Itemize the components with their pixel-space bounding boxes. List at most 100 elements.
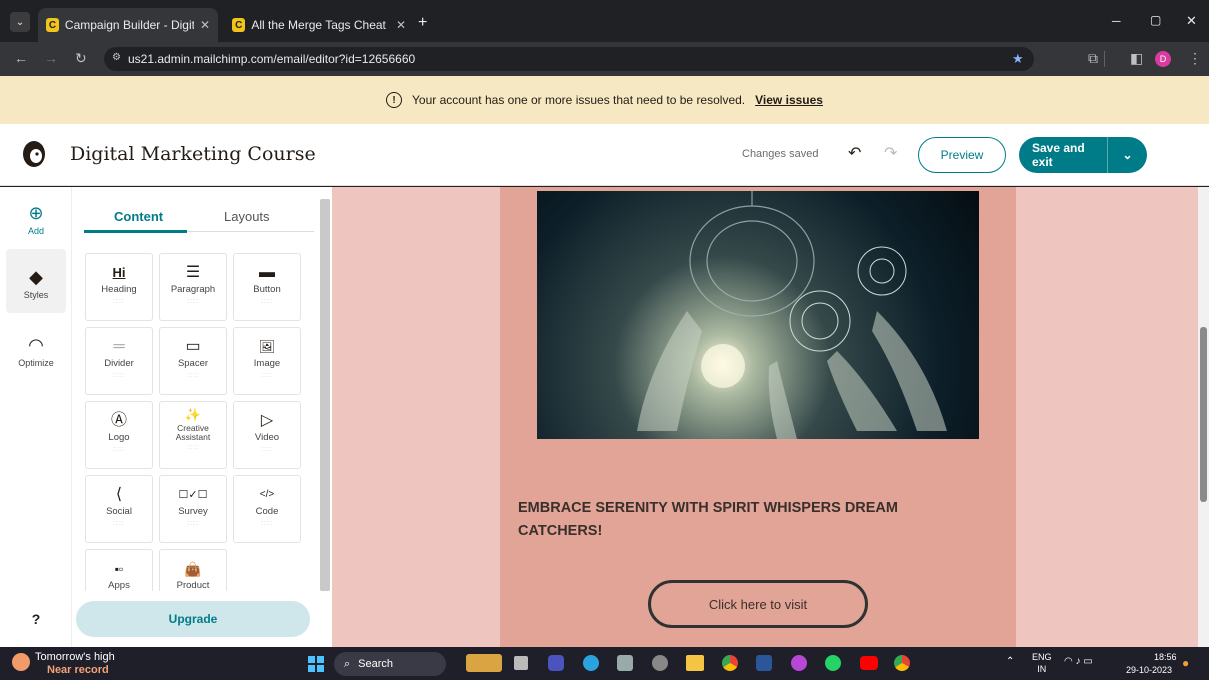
canvas-scrollbar-thumb[interactable] [1200, 327, 1207, 502]
heading-icon: Hi [112, 265, 126, 280]
browser-toolbar: ← → ↻ ⚙ us21.admin.mailchimp.com/email/e… [0, 42, 1209, 76]
wifi-volume-battery-icon[interactable]: ◠ ♪ ▭ [1064, 656, 1093, 667]
rail-add[interactable]: ⊕ Add [0, 203, 72, 236]
new-tab-plus-icon[interactable]: + [418, 14, 427, 32]
campaign-title[interactable]: Digital Marketing Course [70, 143, 316, 165]
survey-checkbox-icon: ☐✓☐ [178, 489, 208, 501]
minimize-icon[interactable]: ─ [1112, 14, 1121, 28]
address-bar[interactable]: ⚙ us21.admin.mailchimp.com/email/editor?… [104, 47, 1034, 71]
extensions-icon[interactable]: ⧉ [1088, 50, 1098, 67]
tab-campaign-builder[interactable]: C Campaign Builder - Digital Ma ✕ [38, 8, 218, 42]
bookmark-star-icon[interactable]: ★ [1012, 51, 1024, 67]
drag-handle-icon[interactable]: :::: [86, 298, 152, 305]
block-creative-assistant[interactable]: ✨ Creative Assistant:::: [159, 401, 227, 469]
drag-handle-icon[interactable]: :::: [160, 444, 226, 451]
block-logo[interactable]: Ⓐ Logo:::: [85, 401, 153, 469]
block-video[interactable]: ▷ Video:::: [233, 401, 301, 469]
widget-icon[interactable] [466, 654, 502, 672]
weather-icon[interactable] [12, 653, 30, 671]
close-window-icon[interactable]: ✕ [1186, 13, 1197, 29]
help-button[interactable]: ? [0, 611, 72, 627]
restore-icon[interactable]: ▢ [1150, 13, 1161, 27]
drag-handle-icon[interactable]: :::: [234, 520, 300, 527]
drag-handle-icon[interactable]: :::: [234, 298, 300, 305]
drag-handle-icon[interactable]: :::: [160, 372, 226, 379]
taskbar-search[interactable]: ⌕ Search [334, 652, 446, 676]
settings-gear-icon[interactable] [652, 655, 668, 671]
file-explorer-icon[interactable] [686, 655, 704, 671]
block-heading[interactable]: Hi Heading:::: [85, 253, 153, 321]
block-code[interactable]: </> Code:::: [233, 475, 301, 543]
side-panel-icon[interactable]: ◧ [1130, 50, 1143, 67]
chrome-icon[interactable] [722, 655, 738, 671]
drag-handle-icon[interactable]: :::: [234, 372, 300, 379]
forward-arrow-icon[interactable]: → [44, 50, 58, 66]
block-social[interactable]: ⟨ Social:::: [85, 475, 153, 543]
chrome-profile-icon[interactable] [894, 655, 910, 671]
drag-handle-icon[interactable]: :::: [86, 520, 152, 527]
tray-chevron-up-icon[interactable]: ⌃ [1006, 656, 1014, 667]
block-product[interactable]: 👜 Product [159, 549, 227, 591]
drag-handle-icon[interactable]: :::: [234, 446, 300, 453]
rail-optimize[interactable]: ◠ Optimize [0, 335, 72, 368]
block-label: Survey [178, 506, 208, 517]
logo-hexagon-icon: Ⓐ [110, 412, 127, 429]
chevron-down-icon[interactable]: ⌄ [1108, 148, 1147, 162]
drag-handle-icon[interactable]: :::: [86, 372, 152, 379]
windows-start-icon[interactable] [308, 656, 324, 672]
clock-time[interactable]: 18:56 [1154, 652, 1177, 662]
rail-styles[interactable]: ◆ Styles [0, 267, 72, 300]
hero-image[interactable] [537, 191, 979, 439]
app-icon[interactable] [791, 655, 807, 671]
block-spacer[interactable]: ▭ Spacer:::: [159, 327, 227, 395]
tab-search-icon[interactable]: ⌄ [10, 12, 30, 32]
email-body: EMBRACE SERENITY WITH SPIRIT WHISPERS DR… [500, 187, 1016, 647]
clock-date[interactable]: 29-10-2023 [1126, 665, 1172, 675]
paint-bucket-icon: ◆ [29, 267, 43, 287]
reload-icon[interactable]: ↻ [75, 50, 87, 67]
redo-icon[interactable]: ↷ [884, 143, 897, 163]
back-arrow-icon[interactable]: ← [14, 50, 28, 66]
tab-layouts[interactable]: Layouts [224, 209, 270, 224]
tab-title: All the Merge Tags Cheat Shee [251, 18, 390, 32]
teams-icon[interactable] [548, 655, 564, 671]
url-text: us21.admin.mailchimp.com/email/editor?id… [128, 52, 416, 66]
calculator-icon[interactable] [617, 655, 633, 671]
visit-cta-button[interactable]: Click here to visit [648, 580, 868, 628]
more-menu-icon[interactable]: ⋮ [1188, 50, 1202, 67]
panel-scrollbar[interactable] [320, 199, 330, 591]
upgrade-button[interactable]: Upgrade [76, 601, 310, 637]
drag-handle-icon[interactable]: :::: [86, 446, 152, 453]
block-label: Spacer [177, 358, 209, 369]
block-paragraph[interactable]: ☰ Paragraph:::: [159, 253, 227, 321]
word-icon[interactable] [756, 655, 772, 671]
block-button[interactable]: ▬ Button:::: [233, 253, 301, 321]
tab-merge-tags[interactable]: C All the Merge Tags Cheat Shee ✕ [224, 8, 414, 42]
paragraph-icon: ☰ [185, 264, 201, 281]
view-issues-link[interactable]: View issues [755, 93, 823, 107]
profile-avatar[interactable]: D [1155, 51, 1171, 67]
telegram-icon[interactable] [583, 655, 599, 671]
site-info-icon[interactable]: ⚙ [112, 52, 121, 63]
undo-icon[interactable]: ↶ [848, 143, 861, 163]
notification-bell-icon[interactable]: ● [1182, 656, 1189, 670]
close-tab-icon[interactable]: ✕ [396, 18, 406, 32]
search-label: Search [358, 658, 394, 670]
block-survey[interactable]: ☐✓☐Survey:::: [159, 475, 227, 543]
task-view-icon[interactable] [514, 656, 528, 670]
preview-button[interactable]: Preview [918, 137, 1006, 173]
editor-header: Digital Marketing Course Changes saved ↶… [0, 124, 1209, 186]
block-apps[interactable]: ▪▫ Apps [85, 549, 153, 591]
whatsapp-icon[interactable] [825, 655, 841, 671]
block-image[interactable]: 🖼 Image:::: [233, 327, 301, 395]
youtube-icon[interactable] [860, 656, 878, 670]
mailchimp-logo-icon[interactable] [20, 139, 48, 169]
tab-content[interactable]: Content [114, 209, 163, 224]
email-headline[interactable]: EMBRACE SERENITY WITH SPIRIT WHISPERS DR… [518, 497, 958, 543]
drag-handle-icon[interactable]: :::: [160, 298, 226, 305]
close-tab-icon[interactable]: ✕ [200, 18, 210, 32]
block-divider[interactable]: ═ Divider:::: [85, 327, 153, 395]
save-and-exit-button[interactable]: Save and exit ⌄ [1019, 137, 1147, 173]
drag-handle-icon[interactable]: :::: [160, 520, 226, 527]
language-indicator[interactable]: ENG IN [1032, 651, 1052, 675]
